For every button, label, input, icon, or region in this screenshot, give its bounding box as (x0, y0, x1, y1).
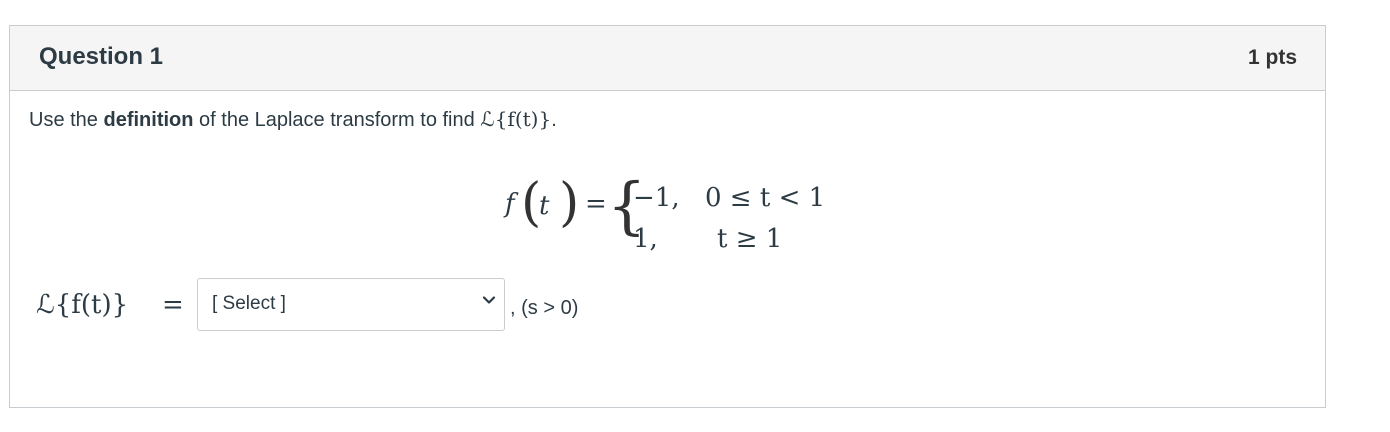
question-prompt: Use the definition of the Laplace transf… (29, 107, 557, 132)
answer-equals: = (162, 290, 184, 320)
prompt-end: . (551, 109, 557, 131)
case-2-condition: t ≥ 1 (717, 224, 783, 254)
right-paren: ) (559, 173, 580, 233)
equation-function-name: f (505, 189, 515, 219)
equation-equals: = (585, 189, 607, 219)
question-title: Question 1 (39, 43, 164, 70)
answer-row: ℒ{f(t)} = [ Select ] , (s > 0) (36, 278, 636, 332)
case-2-value: 1, (633, 224, 658, 254)
equation-variable: t (539, 191, 550, 221)
prompt-expression: ℒ{f(t)} (480, 107, 552, 131)
select-value: [ Select ] (212, 293, 286, 314)
question-points: 1 pts (1247, 46, 1297, 69)
answer-select[interactable]: [ Select ] (197, 278, 505, 331)
case-1-condition: 0 ≤ t < 1 (705, 183, 826, 213)
prompt-bold: definition (103, 109, 194, 131)
chevron-down-icon (482, 296, 496, 304)
prompt-text-2: of the Laplace transform to find (193, 109, 481, 131)
question-header: Question 1 1 pts (10, 26, 1325, 91)
answer-lhs: ℒ{f(t)} (36, 290, 129, 320)
piecewise-equation: f ( t ) = { −1, 0 ≤ t < 1 1, t ≥ 1 (505, 173, 845, 267)
prompt-text-1: Use the (29, 109, 104, 131)
case-1-value: −1, (633, 183, 680, 213)
answer-suffix: , (s > 0) (510, 297, 579, 319)
